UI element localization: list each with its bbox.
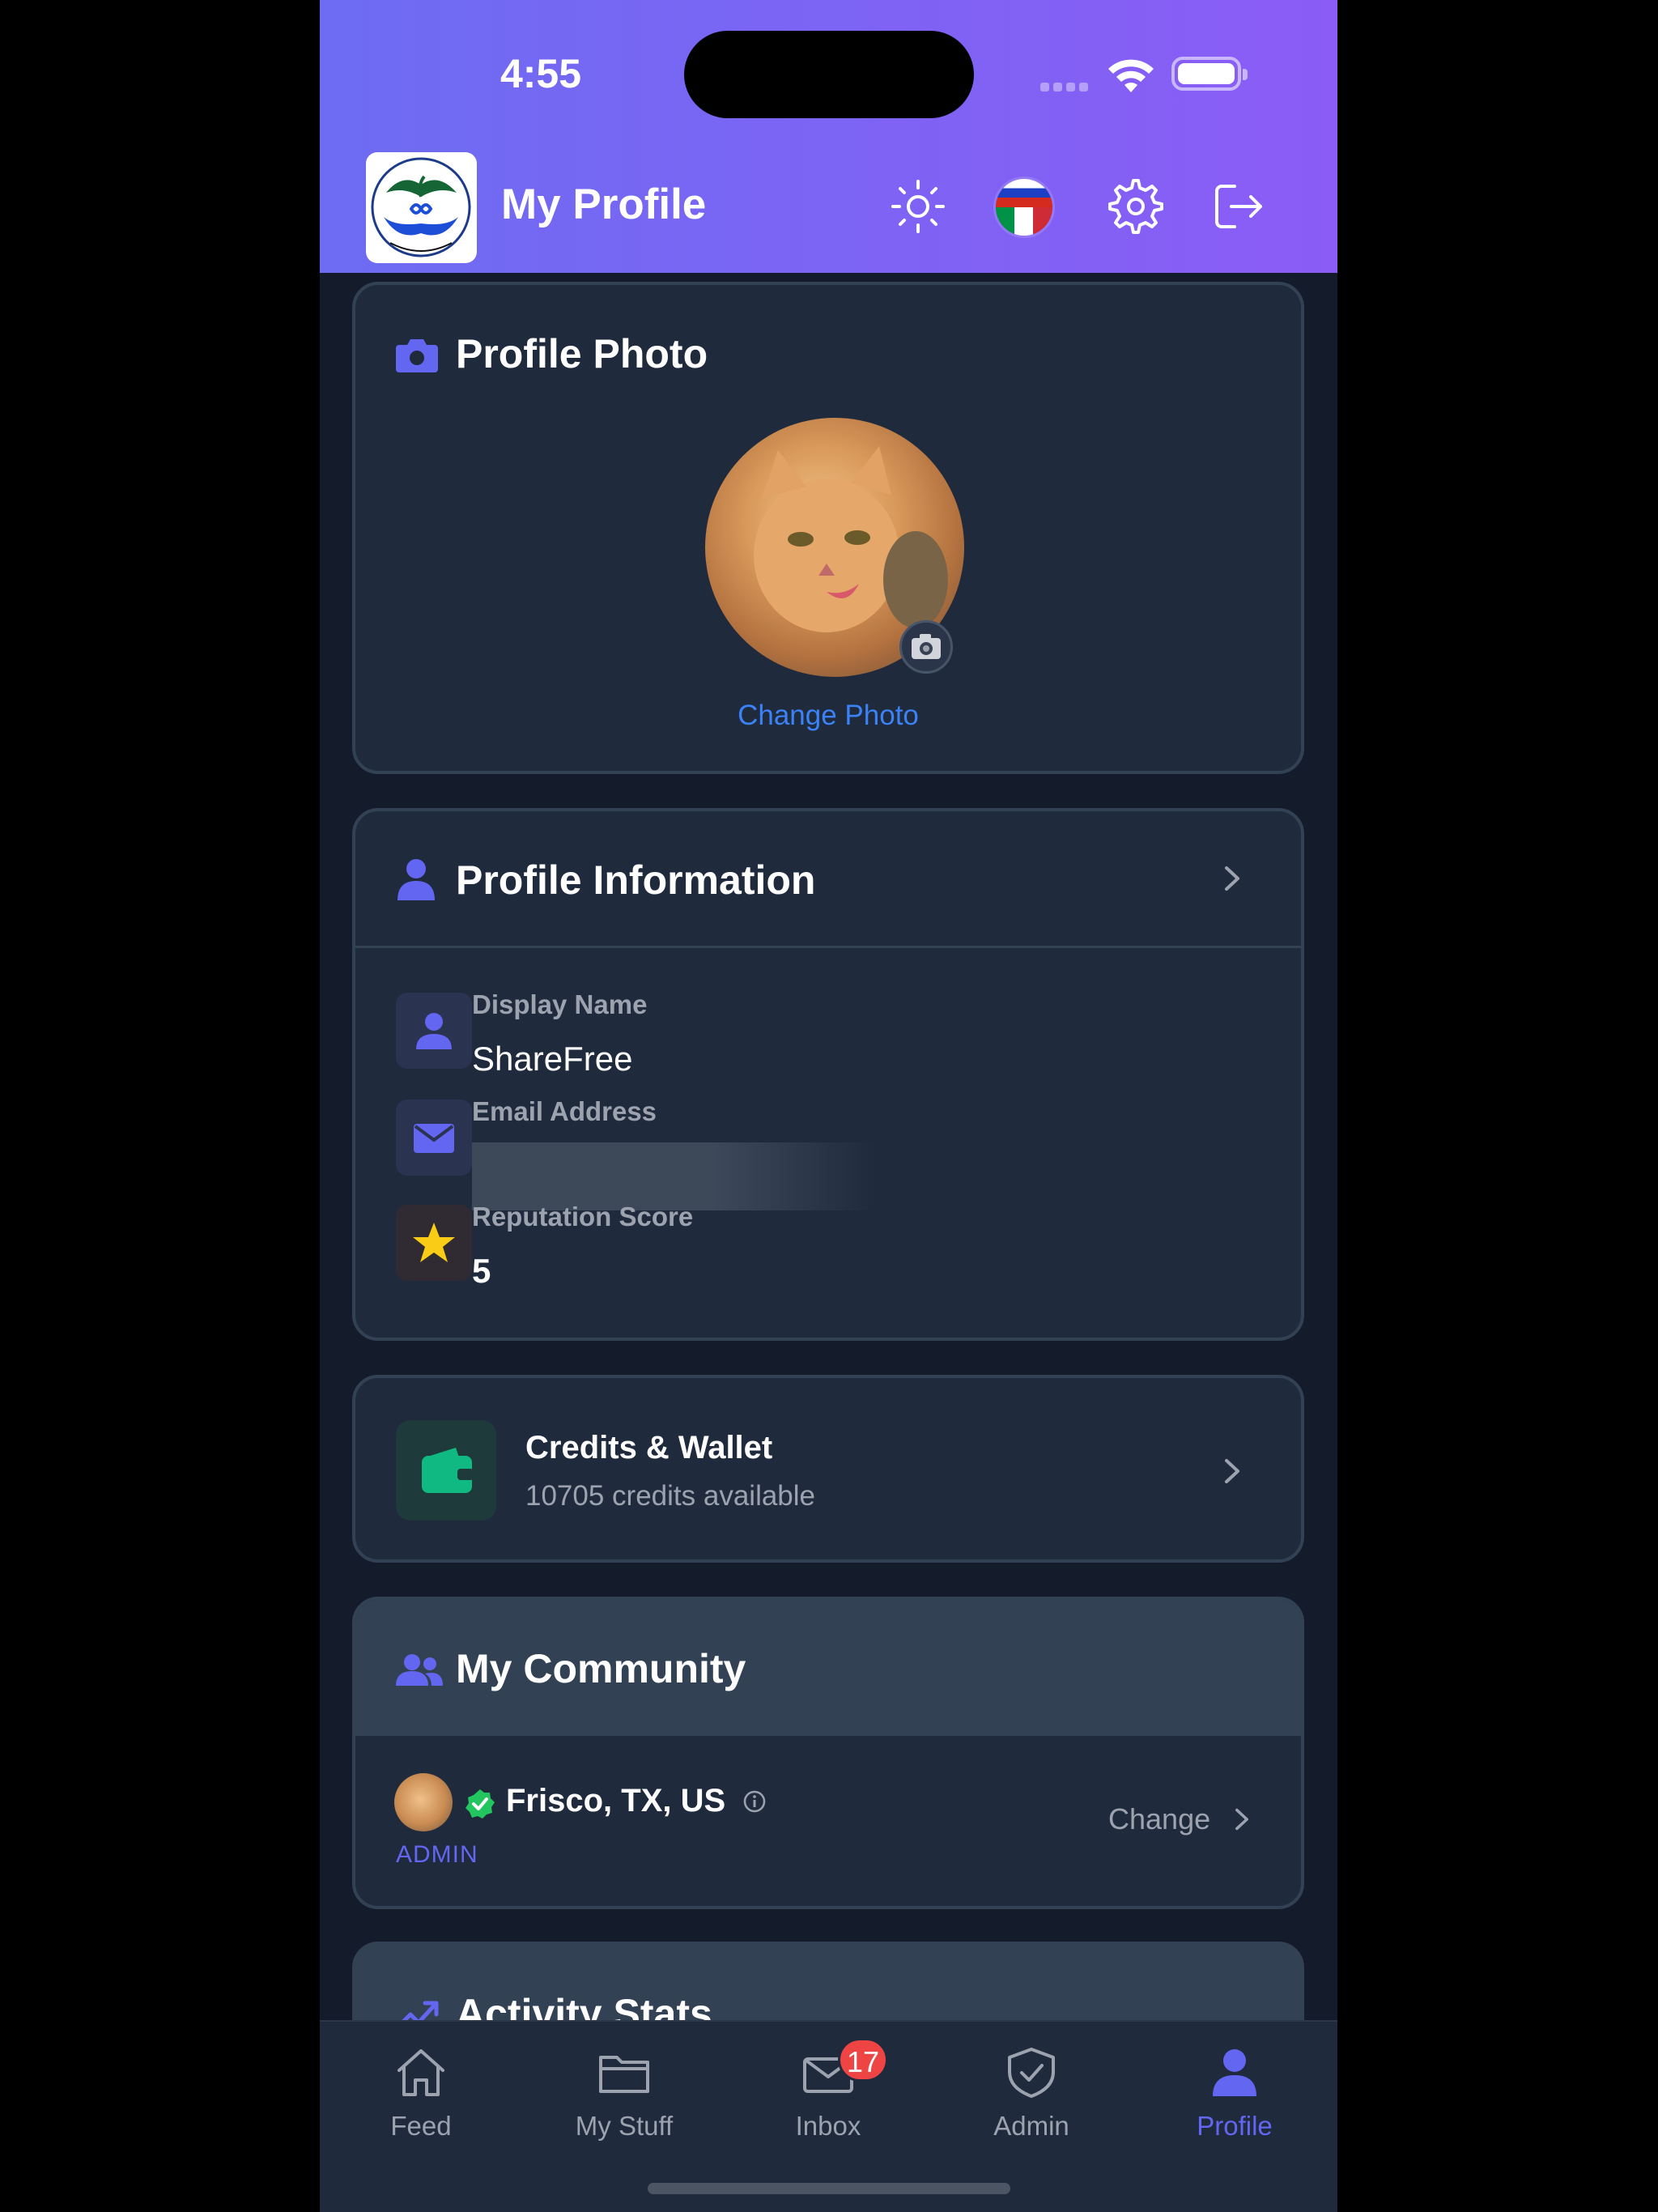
chevron-right-icon	[1235, 1808, 1248, 1831]
info-circle-icon[interactable]	[742, 1789, 767, 1814]
status-time: 4:55	[500, 51, 582, 96]
my-community-title: My Community	[456, 1646, 746, 1691]
tab-admin[interactable]: Admin	[950, 2044, 1112, 2142]
tab-inbox[interactable]: 17 Inbox	[747, 2038, 909, 2142]
dynamic-island	[684, 31, 974, 118]
camera-icon	[396, 339, 438, 372]
chevron-right-icon	[1225, 1459, 1239, 1483]
tab-my-stuff[interactable]: My Stuff	[543, 2044, 705, 2142]
shield-check-icon	[1008, 2048, 1055, 2098]
divider	[355, 946, 1301, 948]
envelope-icon	[414, 1124, 454, 1153]
chevron-right-icon	[1225, 866, 1239, 891]
sharefree-logo-icon	[371, 157, 471, 257]
my-community-card: My Community Frisco, TX, US ADMIN Change	[352, 1597, 1304, 1909]
credits-wallet-title: Credits & Wallet	[525, 1430, 773, 1465]
verified-badge-icon	[466, 1789, 495, 1819]
community-avatar	[394, 1773, 453, 1831]
wallet-icon-box	[396, 1420, 496, 1521]
page-title: My Profile	[501, 181, 707, 228]
change-photo-link[interactable]: Change Photo	[355, 700, 1301, 732]
wallet-icon	[422, 1448, 474, 1493]
email-value-redacted	[472, 1142, 877, 1210]
reputation-icon-box	[396, 1205, 472, 1281]
wifi-icon	[1108, 59, 1154, 92]
profile-information-title: Profile Information	[456, 857, 816, 903]
reputation-value: 5	[472, 1252, 491, 1290]
logout-icon[interactable]	[1209, 177, 1269, 236]
profile-photo-card: Profile Photo Change Photo	[352, 282, 1304, 774]
camera-icon	[912, 634, 941, 659]
person-icon	[416, 1013, 452, 1049]
email-icon-box	[396, 1100, 472, 1176]
language-flag-button[interactable]	[993, 177, 1055, 238]
display-name-icon-box	[396, 993, 472, 1069]
display-name-label: Display Name	[472, 989, 648, 1019]
person-icon	[1213, 2049, 1256, 2096]
app-header: 4:55 My Profile	[320, 0, 1337, 273]
tab-label: Admin	[993, 2111, 1069, 2141]
change-community-button[interactable]: Change	[1108, 1799, 1270, 1848]
change-label: Change	[1108, 1802, 1211, 1836]
tab-feed[interactable]: Feed	[340, 2044, 502, 2142]
community-location: Frisco, TX, US	[506, 1783, 726, 1819]
tab-profile[interactable]: Profile	[1154, 2044, 1316, 2142]
bottom-tab-bar: Feed My Stuff 17 Inbox Admin Profile	[320, 2020, 1337, 2212]
display-name-value: ShareFree	[472, 1040, 633, 1078]
email-label: Email Address	[472, 1096, 657, 1126]
tab-label: Profile	[1197, 2111, 1273, 2141]
settings-gear-icon[interactable]	[1106, 177, 1166, 236]
tab-label: Inbox	[795, 2111, 861, 2141]
theme-toggle-sun-icon[interactable]	[888, 177, 948, 236]
credits-available-text: 10705 credits available	[525, 1480, 816, 1512]
community-role-badge: ADMIN	[396, 1841, 478, 1868]
profile-information-card: Profile Information Display Name ShareFr…	[352, 808, 1304, 1341]
folder-icon	[599, 2056, 649, 2093]
battery-icon	[1171, 57, 1248, 91]
reputation-label: Reputation Score	[472, 1202, 694, 1231]
home-indicator	[648, 2183, 1010, 2194]
home-icon	[397, 2049, 444, 2096]
change-photo-camera-button[interactable]	[899, 620, 953, 674]
cellular-signal-icon	[1040, 81, 1092, 96]
app-logo[interactable]	[366, 152, 477, 263]
app-screen: 4:55 My Profile Profile Photo Change Pho…	[320, 0, 1337, 2212]
inbox-unread-badge: 17	[838, 2038, 889, 2082]
tab-label: My Stuff	[575, 2111, 674, 2141]
star-icon	[413, 1223, 455, 1262]
credits-wallet-card[interactable]: Credits & Wallet 10705 credits available	[352, 1375, 1304, 1563]
person-icon	[397, 859, 435, 900]
profile-photo-title: Profile Photo	[456, 331, 708, 376]
profile-information-header[interactable]: Profile Information	[355, 811, 1301, 946]
tab-label: Feed	[390, 2111, 452, 2141]
people-group-icon	[396, 1654, 443, 1686]
